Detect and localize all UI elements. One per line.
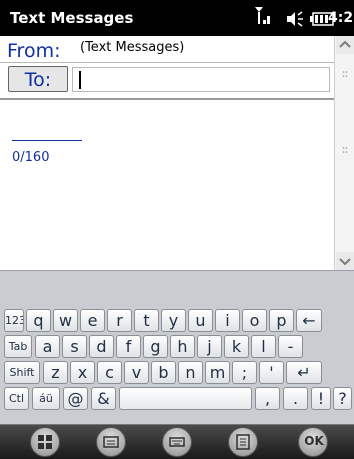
key-shift[interactable]: Shift xyxy=(4,361,40,384)
key-g[interactable]: g xyxy=(143,335,168,358)
soft-key-bar: OK xyxy=(0,424,354,459)
from-account-value[interactable]: (Text Messages) xyxy=(80,40,184,55)
key-v[interactable]: v xyxy=(124,361,149,384)
space-key[interactable] xyxy=(119,387,252,410)
status-bar: Text Messages 4:21 xyxy=(0,0,354,36)
key-r[interactable]: r xyxy=(107,309,132,332)
key-period[interactable]: . xyxy=(283,387,308,410)
enter-key[interactable]: ↵ xyxy=(286,361,322,384)
clock-time[interactable]: 4:21 xyxy=(328,10,354,26)
scroll-up-arrow-icon[interactable] xyxy=(336,36,354,54)
key-e[interactable]: e xyxy=(80,309,105,332)
key-t[interactable]: t xyxy=(134,309,159,332)
scrollbar[interactable] xyxy=(334,36,354,270)
windows-start-icon xyxy=(38,435,52,449)
key-dash[interactable]: - xyxy=(278,335,303,358)
key-m[interactable]: m xyxy=(205,361,230,384)
key-ampersand[interactable]: & xyxy=(91,387,116,410)
key-ctl[interactable]: Ctl xyxy=(4,387,29,410)
key-u[interactable]: u xyxy=(188,309,213,332)
key-123[interactable]: 123 xyxy=(4,309,24,332)
key-h[interactable]: h xyxy=(170,335,195,358)
key-at[interactable]: @ xyxy=(63,387,88,410)
signal-icon[interactable] xyxy=(253,5,275,29)
key-d[interactable]: d xyxy=(89,335,114,358)
key-b[interactable]: b xyxy=(151,361,176,384)
keyboard-toggle-button[interactable] xyxy=(162,427,192,457)
scroll-grip-icon[interactable] xyxy=(342,70,348,78)
ok-label: OK xyxy=(304,434,324,448)
to-button[interactable]: To: xyxy=(8,66,68,92)
backspace-key[interactable]: ← xyxy=(296,309,322,332)
key-semicolon[interactable]: ; xyxy=(232,361,257,384)
key-s[interactable]: s xyxy=(62,335,87,358)
key-tab[interactable]: Tab xyxy=(4,335,32,358)
volume-icon[interactable] xyxy=(286,11,304,27)
keyboard-icon xyxy=(169,437,185,447)
windows-start-button[interactable] xyxy=(30,427,60,457)
key-z[interactable]: z xyxy=(43,361,68,384)
key-i[interactable]: i xyxy=(215,309,240,332)
key-q[interactable]: q xyxy=(26,309,51,332)
ok-button[interactable]: OK xyxy=(298,427,328,457)
key-exclamation[interactable]: ! xyxy=(311,387,331,410)
to-row: To: xyxy=(0,63,334,96)
key-n[interactable]: n xyxy=(178,361,203,384)
key-l[interactable]: l xyxy=(251,335,276,358)
key-a[interactable]: a xyxy=(35,335,60,358)
key-w[interactable]: w xyxy=(53,309,78,332)
contact-card-button[interactable] xyxy=(96,427,126,457)
key-accents[interactable]: áü xyxy=(32,387,60,410)
app-title: Text Messages xyxy=(10,9,134,27)
key-c[interactable]: c xyxy=(97,361,122,384)
key-comma[interactable]: , xyxy=(255,387,280,410)
to-recipient-input[interactable] xyxy=(72,67,330,92)
key-apostrophe[interactable]: ' xyxy=(259,361,284,384)
key-j[interactable]: j xyxy=(197,335,222,358)
key-question[interactable]: ? xyxy=(333,387,352,410)
key-y[interactable]: y xyxy=(161,309,186,332)
contact-card-icon xyxy=(103,436,119,448)
menu-icon xyxy=(236,434,250,450)
key-x[interactable]: x xyxy=(70,361,95,384)
from-row: From: (Text Messages) xyxy=(0,36,354,62)
on-screen-keyboard: 123 q w e r t y u i o p ← Tab a s d f g … xyxy=(0,270,354,425)
key-o[interactable]: o xyxy=(242,309,267,332)
message-body-area[interactable]: 0/160 xyxy=(0,100,334,270)
from-label: From: xyxy=(7,40,61,62)
scroll-grip-icon[interactable] xyxy=(342,146,348,154)
counter-underline xyxy=(12,140,82,141)
text-caret xyxy=(79,71,81,89)
key-p[interactable]: p xyxy=(269,309,294,332)
character-counter: 0/160 xyxy=(12,150,50,165)
menu-button[interactable] xyxy=(228,427,258,457)
key-f[interactable]: f xyxy=(116,335,141,358)
scroll-down-arrow-icon[interactable] xyxy=(336,252,354,270)
key-k[interactable]: k xyxy=(224,335,249,358)
